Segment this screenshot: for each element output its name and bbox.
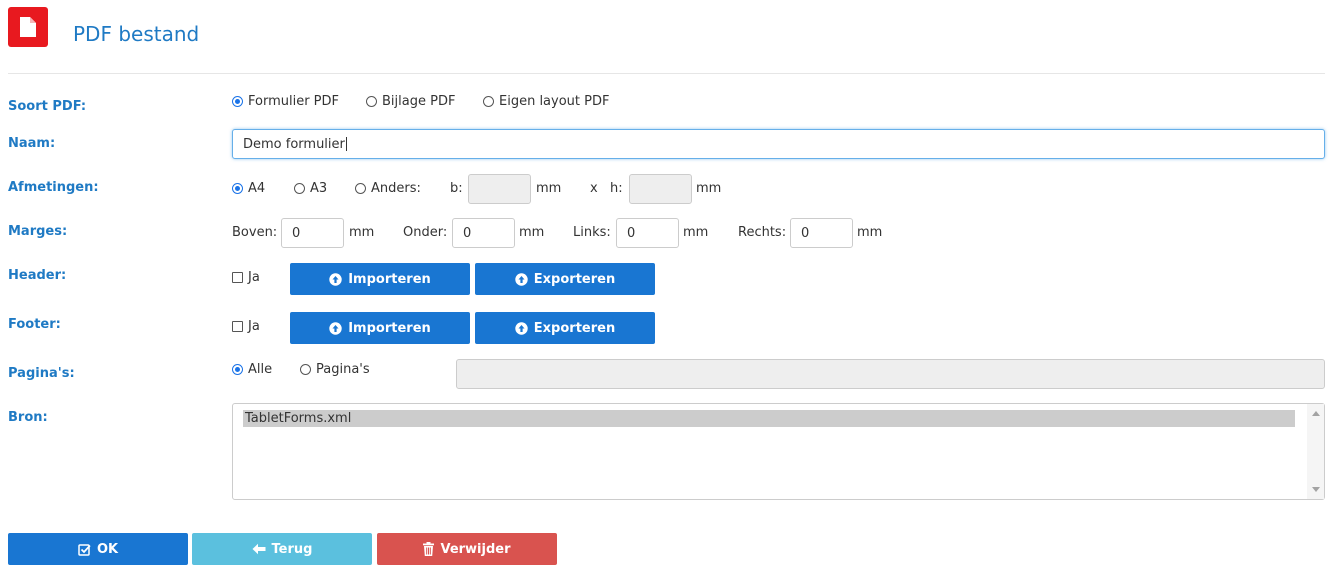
afmetingen-label: Afmetingen: [8, 180, 99, 195]
scroll-up-icon[interactable] [1312, 411, 1320, 416]
radio-label: Eigen layout PDF [499, 94, 610, 109]
radio-label: A4 [248, 181, 266, 196]
scroll-down-icon[interactable] [1312, 487, 1320, 492]
margin-bottom-label: Onder: [403, 225, 448, 240]
download-circle-icon [515, 272, 528, 286]
margin-top-value: 0 [292, 225, 301, 241]
margin-bottom-unit: mm [519, 225, 545, 240]
button-label: Terug [271, 541, 313, 557]
header-checkbox[interactable]: Ja [232, 270, 260, 285]
checkbox-box[interactable] [232, 272, 243, 283]
footer-checkbox[interactable]: Ja [232, 319, 260, 334]
margin-top-label: Boven: [232, 225, 278, 240]
radio-indicator[interactable] [483, 96, 494, 107]
header-label: Header: [8, 268, 67, 283]
checkbox-box[interactable] [232, 321, 243, 332]
width-input[interactable] [468, 174, 531, 204]
margin-left-value: 0 [627, 225, 636, 241]
radio-label: Bijlage PDF [382, 94, 456, 109]
arrow-left-icon [252, 543, 266, 555]
radio-eigen-layout-pdf[interactable]: Eigen layout PDF [483, 94, 609, 109]
footer-export-button[interactable]: Exporteren [475, 312, 655, 344]
radio-a4[interactable]: A4 [232, 181, 265, 196]
soort-pdf-label: Soort PDF: [8, 99, 87, 114]
radio-anders[interactable]: Anders: [355, 181, 421, 196]
ok-button[interactable]: OK [8, 533, 188, 565]
height-unit: mm [696, 181, 722, 196]
footer-label: Footer: [8, 317, 61, 332]
height-input[interactable] [629, 174, 692, 204]
margin-left-label: Links: [573, 225, 611, 240]
margin-right-unit: mm [857, 225, 883, 240]
height-label: h: [610, 181, 623, 196]
bron-label: Bron: [8, 410, 48, 425]
width-label: b: [450, 181, 463, 196]
bron-listbox[interactable]: TabletForms.xml [232, 403, 1325, 500]
radio-formulier-pdf[interactable]: Formulier PDF [232, 94, 339, 109]
trash-icon [423, 542, 435, 556]
paginas-input[interactable] [456, 359, 1325, 389]
button-label: Exporteren [533, 271, 616, 287]
radio-a3[interactable]: A3 [294, 181, 327, 196]
header-export-button[interactable]: Exporteren [475, 263, 655, 295]
margin-top-input[interactable]: 0 [281, 218, 344, 248]
button-label: Importeren [348, 271, 431, 287]
check-square-icon [78, 543, 91, 556]
button-label: OK [96, 541, 119, 557]
back-button[interactable]: Terug [192, 533, 372, 565]
paginas-label: Pagina's: [8, 366, 75, 381]
radio-label: Pagina's [316, 362, 370, 377]
footer-import-button[interactable]: Importeren [290, 312, 470, 344]
radio-indicator[interactable] [294, 183, 305, 194]
radio-indicator[interactable] [366, 96, 377, 107]
button-label: Importeren [348, 320, 431, 336]
list-item[interactable]: TabletForms.xml [243, 410, 1295, 427]
radio-label: Formulier PDF [248, 94, 340, 109]
radio-indicator[interactable] [300, 364, 311, 375]
margin-top-unit: mm [349, 225, 375, 240]
button-label: Exporteren [533, 320, 616, 336]
download-circle-icon [515, 321, 528, 335]
margin-right-label: Rechts: [738, 225, 787, 240]
margin-right-value: 0 [801, 225, 810, 241]
listbox-scrollbar[interactable] [1307, 404, 1324, 499]
margin-bottom-input[interactable]: 0 [452, 218, 515, 248]
radio-indicator[interactable] [232, 183, 243, 194]
upload-circle-icon [329, 272, 342, 286]
radio-paginas[interactable]: Pagina's [300, 362, 370, 377]
radio-label: Alle [248, 362, 273, 377]
delete-button[interactable]: Verwijder [377, 533, 557, 565]
margin-bottom-value: 0 [463, 225, 472, 241]
page-title: PDF bestand [73, 22, 200, 46]
radio-indicator[interactable] [355, 183, 366, 194]
margin-left-input[interactable]: 0 [616, 218, 679, 248]
radio-indicator[interactable] [232, 96, 243, 107]
width-unit: mm [536, 181, 562, 196]
checkbox-label: Ja [248, 319, 260, 334]
upload-circle-icon [329, 321, 342, 335]
pdf-file-icon [8, 7, 48, 47]
dimension-separator: x [590, 181, 598, 196]
radio-label: Anders: [371, 181, 421, 196]
button-label: Verwijder [440, 541, 511, 557]
naam-input[interactable]: Demo formulier [232, 129, 1325, 159]
margin-right-input[interactable]: 0 [790, 218, 853, 248]
radio-indicator[interactable] [232, 364, 243, 375]
checkbox-label: Ja [248, 270, 260, 285]
naam-label: Naam: [8, 136, 56, 151]
margin-left-unit: mm [683, 225, 709, 240]
naam-value: Demo formulier [243, 136, 345, 152]
text-caret [345, 137, 347, 151]
radio-bijlage-pdf[interactable]: Bijlage PDF [366, 94, 455, 109]
radio-alle[interactable]: Alle [232, 362, 272, 377]
header-divider [8, 73, 1325, 74]
header-import-button[interactable]: Importeren [290, 263, 470, 295]
radio-label: A3 [310, 181, 328, 196]
marges-label: Marges: [8, 224, 68, 239]
